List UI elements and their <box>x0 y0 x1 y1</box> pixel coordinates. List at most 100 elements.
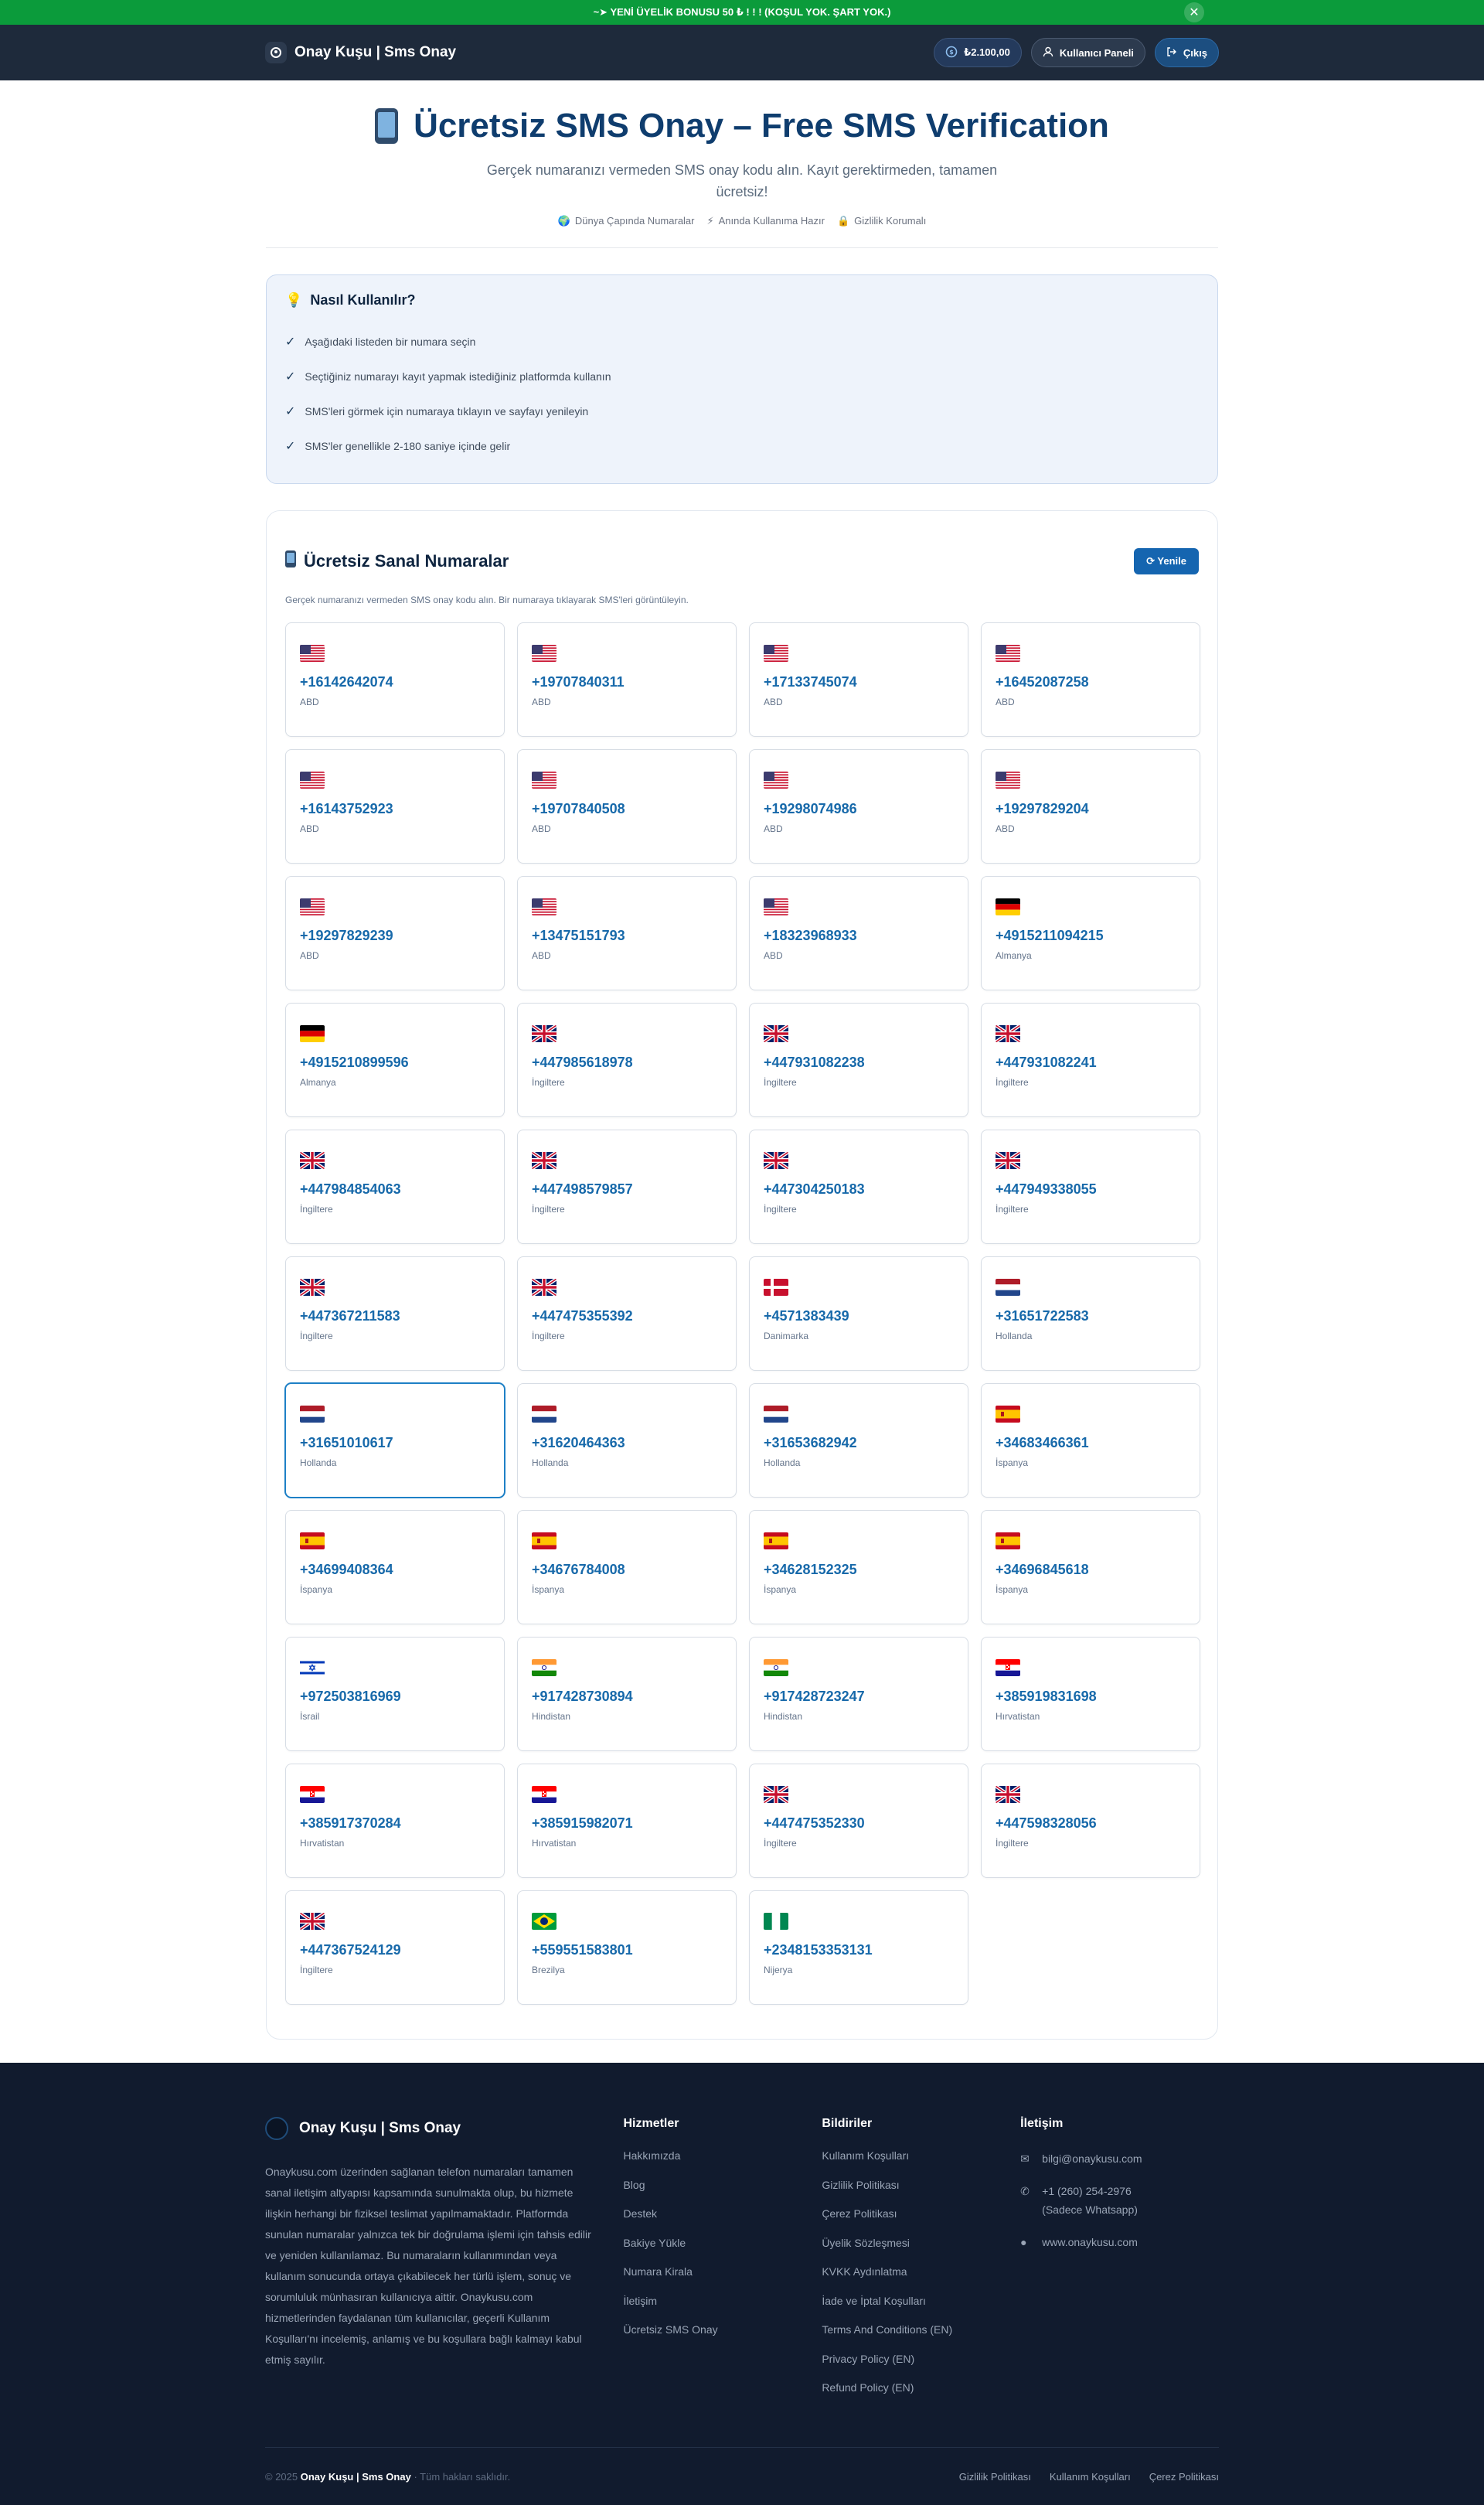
number-card[interactable]: +16143752923 ABD <box>285 749 505 864</box>
phone-number: +447498579857 <box>532 1181 633 1197</box>
number-card[interactable]: +447304250183 İngiltere <box>749 1130 968 1244</box>
number-card[interactable]: +31651722583 Hollanda <box>981 1256 1200 1371</box>
footer-notice-link[interactable]: Kullanım Koşulları <box>822 2149 1020 2179</box>
number-card[interactable]: +34683466361 İspanya <box>981 1383 1200 1498</box>
number-card[interactable]: +19298074986 ABD <box>749 749 968 864</box>
number-card[interactable]: +385917370284 Hırvatistan <box>285 1764 505 1878</box>
number-card[interactable]: +385915982071 Hırvatistan <box>517 1764 737 1878</box>
flag-es-icon <box>996 1406 1020 1423</box>
footer-notice-link[interactable]: Privacy Policy (EN) <box>822 2353 1020 2382</box>
balance-button[interactable]: $ ₺2.100,00 <box>934 38 1022 67</box>
wallet-icon: $ <box>945 46 958 60</box>
user-panel-button[interactable]: Kullanıcı Paneli <box>1030 38 1145 67</box>
flag-il-icon <box>300 1659 325 1676</box>
footer-link-privacy[interactable]: Gizlilik Politikası <box>959 2471 1031 2483</box>
number-card[interactable]: +34699408364 İspanya <box>285 1510 505 1624</box>
phone-number: +447984854063 <box>300 1181 401 1197</box>
footer-service-link[interactable]: Destek <box>623 2207 822 2237</box>
footer-service-link[interactable]: Ücretsiz SMS Onay <box>623 2323 822 2353</box>
number-card[interactable]: +34696845618 İspanya <box>981 1510 1200 1624</box>
number-card[interactable]: +19297829204 ABD <box>981 749 1200 864</box>
footer-service-link[interactable]: Bakiye Yükle <box>623 2237 822 2266</box>
number-card[interactable]: +31651010617 Hollanda <box>285 1383 505 1498</box>
footer-service-link[interactable]: Blog <box>623 2179 822 2208</box>
country-name: Hollanda <box>532 1457 569 1468</box>
check-icon: ✓ <box>285 439 296 453</box>
footer-service-link[interactable]: Hakkımızda <box>623 2149 822 2179</box>
number-card[interactable]: +447367524129 İngiltere <box>285 1890 505 2005</box>
footer-notice-link[interactable]: Çerez Politikası <box>822 2207 1020 2237</box>
flag-es-icon <box>532 1532 556 1549</box>
number-card[interactable]: +16452087258 ABD <box>981 622 1200 737</box>
footer-brand[interactable]: Onay Kuşu | Sms Onay <box>265 2117 623 2140</box>
number-card[interactable]: +19707840508 ABD <box>517 749 737 864</box>
number-card[interactable]: +17133745074 ABD <box>749 622 968 737</box>
phone-number: +447949338055 <box>996 1181 1097 1197</box>
number-card[interactable]: +447931082238 İngiltere <box>749 1003 968 1117</box>
footer-service-link[interactable]: Numara Kirala <box>623 2265 822 2295</box>
number-card[interactable]: +447598328056 İngiltere <box>981 1764 1200 1878</box>
number-card[interactable]: +31653682942 Hollanda <box>749 1383 968 1498</box>
footer-link-cookies[interactable]: Çerez Politikası <box>1149 2471 1219 2483</box>
footer-notice-link[interactable]: KVKK Aydınlatma <box>822 2265 1020 2295</box>
number-card[interactable]: +31620464363 Hollanda <box>517 1383 737 1498</box>
number-card[interactable]: +19707840311 ABD <box>517 622 737 737</box>
country-name: ABD <box>532 697 551 707</box>
number-card[interactable]: +447984854063 İngiltere <box>285 1130 505 1244</box>
number-card[interactable]: +385919831698 Hırvatistan <box>981 1637 1200 1751</box>
number-card[interactable]: +4915211094215 Almanya <box>981 876 1200 990</box>
footer-notice-link[interactable]: İade ve İptal Koşulları <box>822 2295 1020 2324</box>
refresh-button[interactable]: ⟳ Yenile <box>1134 548 1199 574</box>
number-card[interactable]: +19297829239 ABD <box>285 876 505 990</box>
footer-notices-title: Bildiriler <box>822 2117 873 2130</box>
footer-services-list: Hakkımızda Blog Destek Bakiye Yükle Numara K… <box>623 2149 822 2353</box>
footer-notice-link[interactable]: Üyelik Sözleşmesi <box>822 2237 1020 2266</box>
number-card[interactable]: +4915210899596 Almanya <box>285 1003 505 1117</box>
footer-about-text: Onaykusu.com üzerinden sağlanan telefon … <box>265 2166 591 2366</box>
number-card[interactable]: +917428723247 Hindistan <box>749 1637 968 1751</box>
country-name: İngiltere <box>996 1838 1029 1849</box>
location-pin-icon: ● <box>1020 2236 1027 2248</box>
number-card[interactable]: +447931082241 İngiltere <box>981 1003 1200 1117</box>
number-card[interactable]: +972503816969 İsrail <box>285 1637 505 1751</box>
number-card[interactable]: +447949338055 İngiltere <box>981 1130 1200 1244</box>
close-icon[interactable]: ✕ <box>1184 2 1204 22</box>
number-card[interactable]: +4571383439 Danimarka <box>749 1256 968 1371</box>
flag-us-icon <box>300 772 325 789</box>
number-card[interactable]: +16142642074 ABD <box>285 622 505 737</box>
number-card[interactable]: +447498579857 İngiltere <box>517 1130 737 1244</box>
footer-notice-link[interactable]: Gizlilik Politikası <box>822 2179 1020 2208</box>
footer-link-terms[interactable]: Kullanım Koşulları <box>1050 2471 1131 2483</box>
number-card[interactable]: +2348153353131 Nijerya <box>749 1890 968 2005</box>
number-card[interactable]: +18323968933 ABD <box>749 876 968 990</box>
user-panel-label: Kullanıcı Paneli <box>1059 46 1134 59</box>
contact-item[interactable]: ✆ +1 (260) 254-2976 (Sadece Whatsapp) <box>1020 2182 1219 2219</box>
number-card[interactable]: +13475151793 ABD <box>517 876 737 990</box>
brand-logo[interactable]: Onay Kuşu | Sms Onay <box>265 42 456 63</box>
number-card[interactable]: +917428730894 Hindistan <box>517 1637 737 1751</box>
number-card[interactable]: +447367211583 İngiltere <box>285 1256 505 1371</box>
lightbulb-icon: 💡 <box>285 292 303 308</box>
contact-item[interactable]: ● www.onaykusu.com <box>1020 2233 1219 2251</box>
footer-services: Hizmetler Hakkımızda Blog Destek Bakiye Yük… <box>623 2117 822 2411</box>
footer-notice-link[interactable]: Refund Policy (EN) <box>822 2381 1020 2411</box>
country-name: ABD <box>300 823 319 834</box>
footer-notice-link[interactable]: Terms And Conditions (EN) <box>822 2323 1020 2353</box>
footer-service-link[interactable]: İletişim <box>623 2295 822 2324</box>
country-name: Danimarka <box>764 1331 809 1341</box>
logout-button[interactable]: Çıkış <box>1154 38 1219 67</box>
number-card[interactable]: +447985618978 İngiltere <box>517 1003 737 1117</box>
number-card[interactable]: +447475352330 İngiltere <box>749 1764 968 1878</box>
number-card[interactable]: +34628152325 İspanya <box>749 1510 968 1624</box>
step-item: ✓ SMS'ler genellikle 2-180 saniye içinde … <box>285 428 1199 463</box>
number-card[interactable]: +559551583801 Brezilya <box>517 1890 737 2005</box>
country-name: İspanya <box>996 1584 1029 1595</box>
country-name: ABD <box>532 950 551 961</box>
navbar: Onay Kuşu | Sms Onay $ ₺2.100,00 Kullanı… <box>0 25 1484 80</box>
number-card[interactable]: +34676784008 İspanya <box>517 1510 737 1624</box>
contact-item[interactable]: ✉ bilgi@onaykusu.com <box>1020 2149 1219 2168</box>
footer-content: Onay Kuşu | Sms Onay Onaykusu.com üzerin… <box>265 2117 1219 2411</box>
phone-number: +447598328056 <box>996 1815 1097 1831</box>
number-card[interactable]: +447475355392 İngiltere <box>517 1256 737 1371</box>
flag-us-icon <box>764 645 788 662</box>
